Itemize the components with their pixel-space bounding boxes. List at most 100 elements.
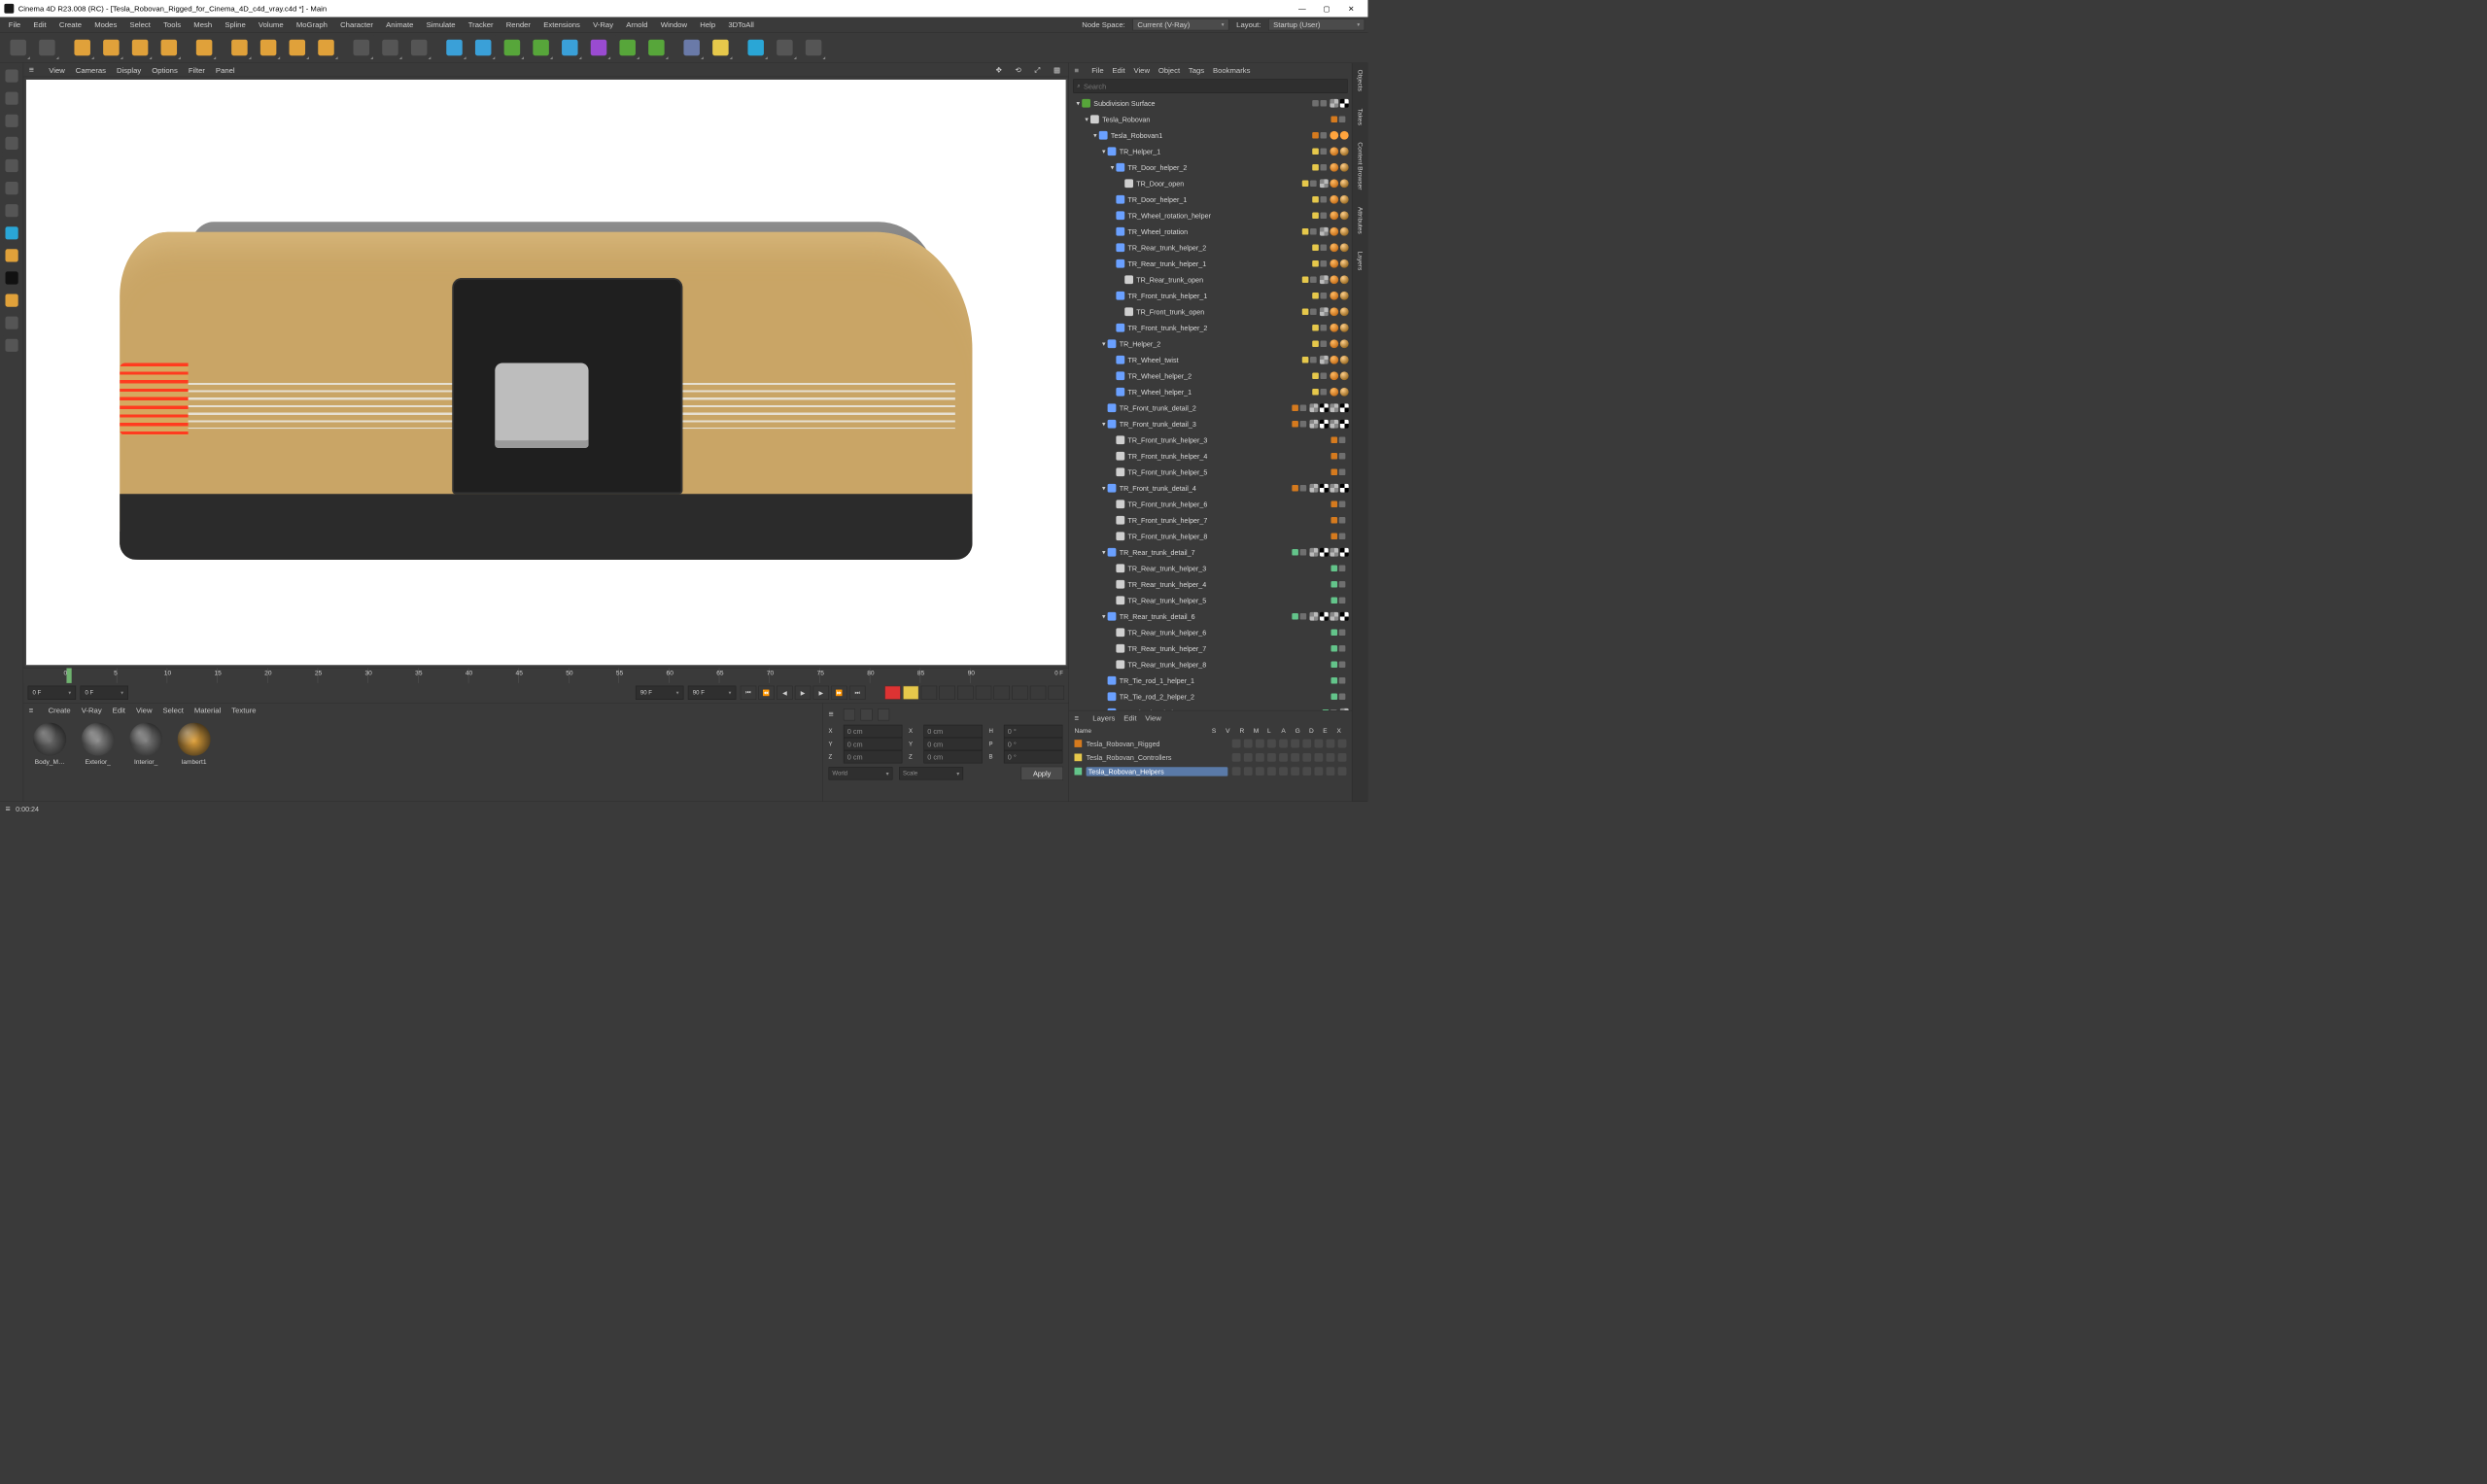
layer-toggle[interactable]	[1267, 767, 1276, 776]
tag-icon[interactable]	[1340, 388, 1349, 397]
add-cube-button[interactable]	[441, 35, 466, 60]
tree-node[interactable]: TR_Rear_trunk_helper_4	[1069, 576, 1352, 593]
next-frame-button[interactable]: ▶	[813, 686, 830, 700]
visibility-dot[interactable]	[1300, 549, 1307, 556]
layer-toggle[interactable]	[1302, 767, 1311, 776]
visibility-dot[interactable]	[1310, 228, 1317, 235]
tag-icon[interactable]	[1310, 612, 1319, 621]
vp-rotate-icon[interactable]: ⤢	[1034, 65, 1044, 75]
hamburger-icon[interactable]: ≡	[29, 707, 33, 715]
menu-file[interactable]: File	[3, 19, 25, 30]
layer-toggle[interactable]	[1256, 753, 1264, 762]
add-generator-button[interactable]	[500, 35, 525, 60]
visibility-dot[interactable]	[1292, 613, 1298, 620]
material-item[interactable]: Interior_	[125, 723, 167, 796]
tree-node[interactable]: ▾TR_Front_trunk_detail_4	[1069, 480, 1352, 497]
maximize-button[interactable]: ▢	[1314, 0, 1338, 17]
visibility-dot[interactable]	[1302, 308, 1309, 315]
visibility-dot[interactable]	[1339, 468, 1346, 475]
size-field[interactable]	[923, 725, 983, 738]
tag-icon[interactable]	[1340, 99, 1349, 108]
visibility-dot[interactable]	[1331, 468, 1338, 475]
tag-icon[interactable]	[1330, 179, 1338, 188]
visibility-dot[interactable]	[1312, 293, 1319, 299]
visibility-dot[interactable]	[1339, 677, 1346, 684]
visibility-dot[interactable]	[1339, 116, 1346, 122]
material-item[interactable]: Exterior_	[77, 723, 119, 796]
mat-menu-edit[interactable]: Edit	[107, 705, 130, 715]
viewport[interactable]	[25, 79, 1066, 665]
object-name[interactable]: TR_Rear_trunk_helper_5	[1128, 597, 1329, 604]
render-pict-button[interactable]	[377, 35, 402, 60]
obj-menu-object[interactable]: Object	[1154, 65, 1184, 76]
edge-tool[interactable]	[2, 134, 21, 154]
tree-node[interactable]: ▾Subdivision Surface	[1069, 95, 1352, 112]
key-anim-button[interactable]	[993, 686, 1010, 700]
layer-toggle[interactable]	[1291, 767, 1299, 776]
vp-menu-cameras[interactable]: Cameras	[70, 64, 111, 75]
layer-toggle[interactable]	[1232, 740, 1241, 748]
script1-button[interactable]	[772, 35, 797, 60]
tree-node[interactable]: TR_Rear_trunk_helper_7	[1069, 640, 1352, 657]
vp-layout-icon[interactable]: ▦	[1054, 65, 1063, 75]
menu-edit[interactable]: Edit	[28, 19, 52, 30]
pos-field[interactable]	[844, 750, 903, 763]
add-cloner-button[interactable]	[615, 35, 640, 60]
tag-icon[interactable]	[1330, 227, 1338, 236]
mat-menu-material[interactable]: Material	[189, 705, 225, 715]
pos-field[interactable]	[844, 738, 903, 750]
layer-toggle[interactable]	[1279, 740, 1288, 748]
tag-icon[interactable]	[1310, 484, 1319, 493]
tag-icon[interactable]	[1340, 307, 1349, 316]
tree-node[interactable]: TR_Rear_trunk_helper_3	[1069, 560, 1352, 576]
axis-y-button[interactable]	[256, 35, 281, 60]
tree-node[interactable]: TR_Front_trunk_helper_7	[1069, 512, 1352, 529]
visibility-dot[interactable]	[1331, 565, 1338, 571]
visibility-dot[interactable]	[1331, 629, 1338, 636]
visibility-dot[interactable]	[1312, 148, 1319, 155]
vp-menu-options[interactable]: Options	[147, 64, 184, 75]
visibility-dot[interactable]	[1321, 148, 1328, 155]
menu-select[interactable]: Select	[124, 19, 155, 30]
layer-toggle[interactable]	[1232, 753, 1241, 762]
tag-icon[interactable]	[1320, 612, 1329, 621]
layer-color-swatch[interactable]	[1075, 754, 1083, 762]
add-light-button[interactable]	[708, 35, 733, 60]
axis-z-button[interactable]	[285, 35, 310, 60]
tag-icon[interactable]	[1340, 484, 1349, 493]
anim-tool[interactable]	[2, 201, 21, 221]
hamburger-icon[interactable]: ≡	[1075, 713, 1079, 722]
visibility-dot[interactable]	[1339, 581, 1346, 588]
visibility-dot[interactable]	[1312, 212, 1319, 219]
layer-toggle[interactable]	[1338, 753, 1347, 762]
key-scl-button[interactable]	[939, 686, 955, 700]
visibility-dot[interactable]	[1321, 372, 1328, 379]
rot-field[interactable]	[1004, 725, 1063, 738]
object-name[interactable]: TR_Front_trunk_helper_1	[1128, 292, 1309, 299]
move-button[interactable]	[98, 35, 123, 60]
mat-menu-create[interactable]: Create	[43, 705, 76, 715]
tag-icon[interactable]	[1320, 227, 1329, 236]
visibility-dot[interactable]	[1292, 421, 1298, 428]
object-name[interactable]: TR_Rear_trunk_detail_7	[1120, 548, 1289, 556]
visibility-dot[interactable]	[1339, 597, 1346, 604]
pos-field[interactable]	[844, 725, 903, 738]
visibility-dot[interactable]	[1312, 260, 1319, 267]
visibility-dot[interactable]	[1312, 196, 1319, 203]
object-name[interactable]: TR_Door_open	[1136, 180, 1298, 188]
object-name[interactable]: TR_Helper_2	[1120, 340, 1309, 348]
layer-toggle[interactable]	[1327, 767, 1335, 776]
visibility-dot[interactable]	[1321, 244, 1328, 251]
menu-mograph[interactable]: MoGraph	[291, 19, 332, 30]
tree-node[interactable]: TR_Wheel_rotation	[1069, 224, 1352, 240]
obj-menu-view[interactable]: View	[1129, 65, 1154, 76]
timeline-ruler[interactable]: 051015202530354045505560657075808590 0 F	[23, 669, 1068, 683]
visibility-dot[interactable]	[1331, 517, 1338, 524]
object-name[interactable]: TR_Front_trunk_helper_6	[1128, 500, 1329, 508]
visibility-dot[interactable]	[1300, 404, 1307, 411]
menu-tools[interactable]: Tools	[158, 19, 187, 30]
disclosure-icon[interactable]: ▾	[1100, 420, 1108, 429]
object-name[interactable]: TR_Helper_1	[1120, 148, 1309, 155]
object-name[interactable]: Tesla_Robovan	[1102, 116, 1328, 123]
layer-toggle[interactable]	[1244, 767, 1253, 776]
